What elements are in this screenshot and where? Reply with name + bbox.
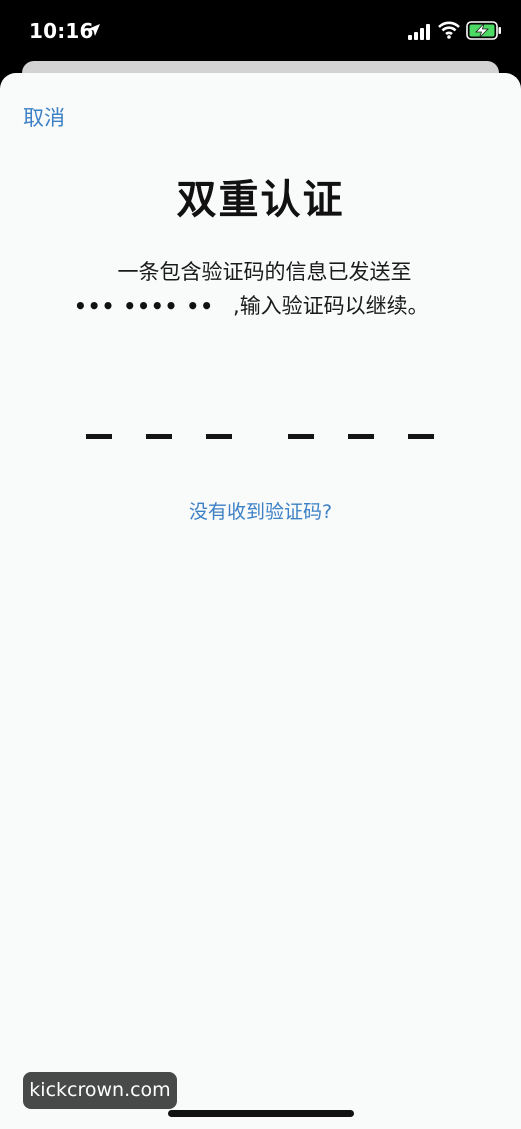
code-digit-slot-1[interactable] [86,434,112,439]
code-digit-slot-2[interactable] [146,434,172,439]
status-time: 10:16 [29,19,94,43]
message-line-1: 一条包含验证码的信息已发送至 [117,260,412,284]
page-title: 双重认证 [176,177,345,223]
message-continue-text: 输入验证码以继续。 [239,294,429,318]
code-digit-slot-3[interactable] [206,434,232,439]
code-digit-slot-4[interactable] [288,434,314,439]
verification-message: 一条包含验证码的信息已发送至 ••• •••• •• ,输入验证码以继续。 [0,255,521,323]
resend-code-link[interactable]: 没有收到验证码? [0,497,521,524]
wifi-icon [438,21,460,39]
message-line-2: ••• •••• •• ,输入验证码以继续。 [0,289,521,323]
verification-code-input[interactable] [0,431,521,447]
home-indicator[interactable] [168,1110,354,1117]
cellular-signal-icon [408,24,430,40]
two-factor-sheet: 取消 双重认证 一条包含验证码的信息已发送至 ••• •••• •• ,输入验证… [0,73,521,1129]
battery-charging-icon [466,21,501,40]
watermark-badge: kickcrown.com [23,1072,177,1109]
separator-comma: , [233,294,240,318]
code-digit-slot-5[interactable] [348,434,374,439]
cancel-button[interactable]: 取消 [23,102,65,132]
location-arrow-icon [88,24,100,36]
status-bar: 10:16 [0,0,521,62]
code-digit-slot-6[interactable] [408,434,434,439]
message-line-2-tail: ,输入验证码以继续。 [233,289,429,323]
masked-phone-number: ••• •••• •• [74,294,214,318]
